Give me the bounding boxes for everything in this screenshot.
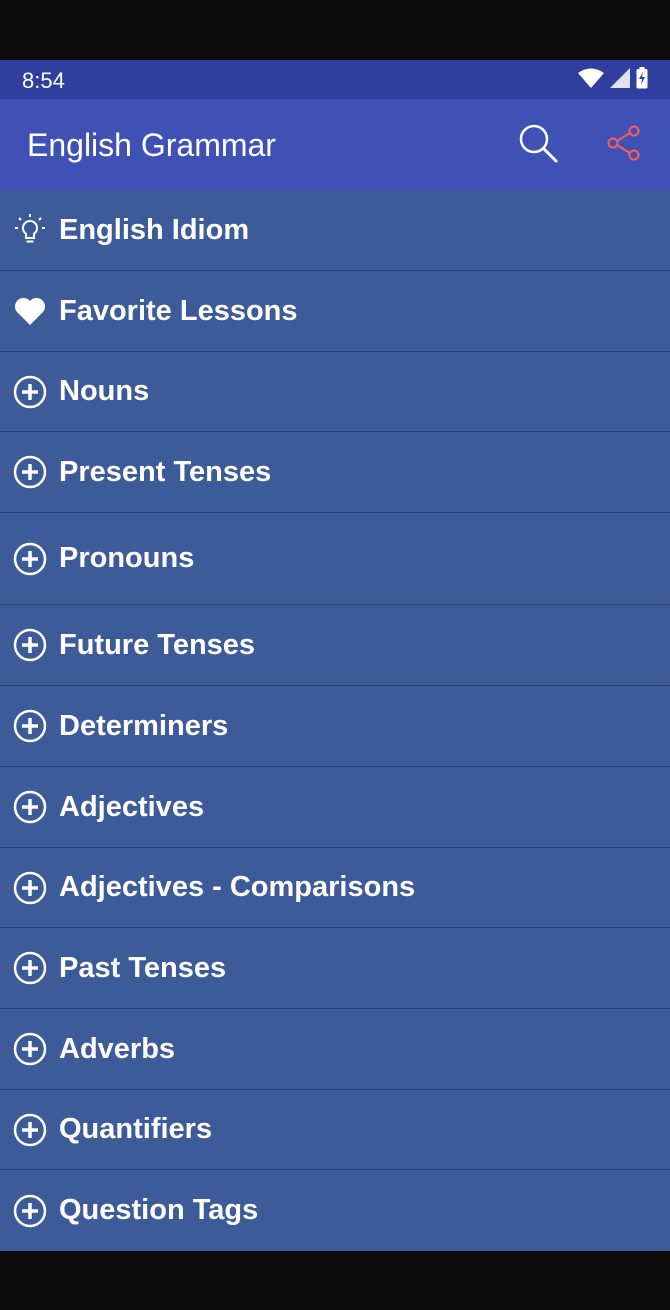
- list-item-label: Nouns: [59, 375, 150, 407]
- list-item-future-tenses[interactable]: Future Tenses: [0, 605, 670, 686]
- wifi-icon: [578, 68, 604, 93]
- list-item-label: Present Tenses: [59, 455, 272, 488]
- list-item-past-tenses[interactable]: Past Tenses: [0, 928, 670, 1009]
- status-time: 8:54: [22, 68, 65, 93]
- navigation-bar-area: [0, 1251, 670, 1310]
- list-item-adjectives[interactable]: Adjectives: [0, 767, 670, 848]
- plus-circle-icon: [13, 871, 47, 905]
- lightbulb-icon: [13, 213, 47, 247]
- list-item-pronouns[interactable]: Pronouns: [0, 513, 670, 605]
- list-item-adverbs[interactable]: Adverbs: [0, 1009, 670, 1090]
- list-item-favorite-lessons[interactable]: Favorite Lessons: [0, 271, 670, 352]
- cellular-signal-icon: [610, 67, 630, 93]
- plus-circle-icon: [13, 1113, 47, 1147]
- list-item-adjectives-comparisons[interactable]: Adjectives - Comparisons: [0, 848, 670, 928]
- list-item-label: Favorite Lessons: [59, 294, 298, 327]
- plus-circle-icon: [13, 709, 47, 743]
- share-icon: [606, 125, 642, 166]
- list-item-quantifiers[interactable]: Quantifiers: [0, 1090, 670, 1170]
- list-item-present-tenses[interactable]: Present Tenses: [0, 432, 670, 513]
- plus-circle-icon: [13, 951, 47, 985]
- plus-circle-icon: [13, 628, 47, 662]
- list-item-label: Adverbs: [59, 1032, 176, 1065]
- search-button[interactable]: [514, 121, 562, 169]
- top-system-area: [0, 0, 670, 60]
- list-item-label: Adjectives - Comparisons: [59, 871, 416, 903]
- plus-circle-icon: [13, 1194, 47, 1228]
- status-icons: [578, 66, 648, 94]
- list-item-english-idiom[interactable]: English Idiom: [0, 190, 670, 271]
- battery-charging-icon: [636, 66, 648, 94]
- list-item-label: Determiners: [59, 709, 229, 742]
- heart-icon: [13, 294, 47, 328]
- status-bar: 8:54: [0, 60, 670, 99]
- plus-circle-icon: [13, 1032, 47, 1066]
- plus-circle-icon: [13, 542, 47, 576]
- plus-circle-icon: [13, 375, 47, 409]
- lesson-list: English Idiom Favorite Lessons Nouns Pre…: [0, 190, 670, 1251]
- list-item-label: Adjectives: [59, 790, 205, 823]
- share-button[interactable]: [600, 121, 648, 169]
- list-item-label: Pronouns: [59, 542, 195, 574]
- list-item-label: Future Tenses: [59, 628, 256, 661]
- plus-circle-icon: [13, 455, 47, 489]
- list-item-question-tags[interactable]: Question Tags: [0, 1170, 670, 1251]
- list-item-label: English Idiom: [59, 213, 250, 246]
- list-item-determiners[interactable]: Determiners: [0, 686, 670, 767]
- app-title: English Grammar: [27, 127, 276, 163]
- list-item-label: Quantifiers: [59, 1113, 213, 1145]
- plus-circle-icon: [13, 790, 47, 824]
- search-icon: [516, 121, 560, 170]
- list-item-nouns[interactable]: Nouns: [0, 352, 670, 432]
- app-bar: English Grammar: [0, 99, 670, 190]
- list-item-label: Past Tenses: [59, 951, 227, 984]
- list-item-label: Question Tags: [59, 1194, 259, 1226]
